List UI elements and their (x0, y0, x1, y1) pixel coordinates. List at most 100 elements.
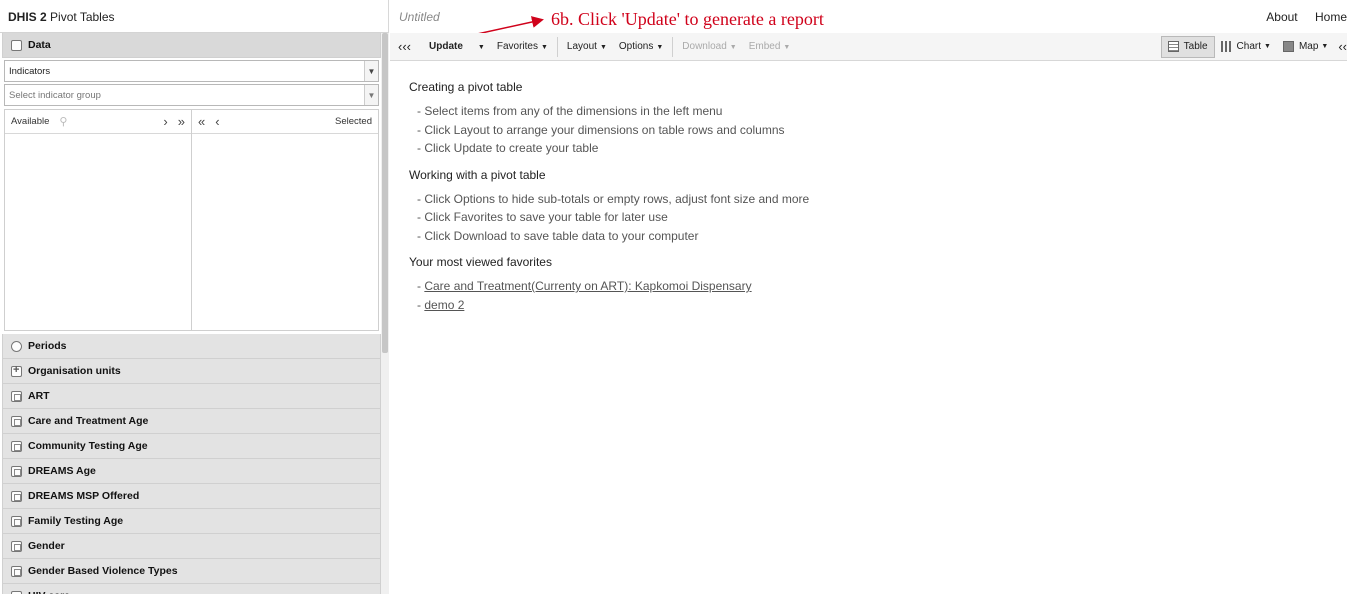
dimension-label: DREAMS MSP Offered (28, 490, 140, 502)
data-dimension-header[interactable]: Data (2, 33, 381, 58)
report-title: Untitled (399, 10, 440, 24)
caret-down-icon: ▼ (540, 44, 548, 51)
dimension-list: Periods Organisation units ART Care and Tre… (0, 334, 381, 594)
grid-icon (11, 515, 22, 527)
favorites-title: Your most viewed favorites (409, 255, 552, 269)
dimension-row[interactable]: Gender Based Violence Types (2, 559, 381, 584)
dimension-panel: Data Indicators ▼ Select indicator group… (0, 33, 381, 594)
data-icon (11, 39, 22, 51)
dimension-label: Periods (28, 340, 67, 352)
selected-label: Selected (335, 116, 372, 127)
dimension-row[interactable]: Organisation units (2, 359, 381, 384)
caret-down-icon: ▼ (783, 44, 791, 51)
working-section: Working with a pivot table - Click Optio… (409, 168, 809, 246)
select-all-icon[interactable]: » (178, 114, 185, 129)
app-title: DHIS 2 Pivot Tables (0, 0, 388, 33)
creating-section: Creating a pivot table - Select items fr… (409, 80, 809, 158)
favorites-section: Your most viewed favorites - Care and Tr… (409, 255, 809, 314)
help-line: - Click Layout to arrange your dimension… (417, 122, 785, 137)
select-one-icon[interactable]: › (163, 114, 167, 129)
embed-button[interactable]: Embed ▼ (743, 41, 797, 52)
favorite-link[interactable]: Care and Treatment(Currenty on ART): Kap… (424, 279, 751, 293)
favorites-button[interactable]: Favorites ▼ (491, 41, 554, 52)
dimension-label: HIV care (28, 590, 70, 594)
creating-list: - Select items from any of the dimension… (409, 102, 809, 158)
dimension-row[interactable]: Care and Treatment Age (2, 409, 381, 434)
options-button[interactable]: Options ▼ (613, 41, 669, 52)
update-button[interactable]: Update (423, 41, 469, 52)
help-line: - Click Options to hide sub-totals or em… (417, 191, 810, 206)
dimension-label: DREAMS Age (28, 465, 96, 477)
chart-view-button[interactable]: Chart ▼ (1215, 36, 1277, 58)
grid-icon (11, 590, 22, 594)
plus-icon (11, 364, 22, 377)
caret-down-icon: ▼ (599, 44, 607, 51)
dimension-row[interactable]: DREAMS Age (2, 459, 381, 484)
favorites-list: - Care and Treatment(Currenty on ART): K… (409, 277, 809, 314)
deselect-one-icon[interactable]: ‹ (215, 114, 219, 129)
selected-list[interactable]: « ‹ Selected (192, 110, 378, 330)
options-label: Options (618, 41, 654, 52)
home-link[interactable]: Home (1315, 10, 1347, 24)
map-view-button[interactable]: Map ▼ (1277, 36, 1334, 58)
dimension-row[interactable]: Community Testing Age (2, 434, 381, 459)
caret-down-icon: ▼ (656, 44, 664, 51)
layout-label: Layout (566, 41, 597, 52)
update-menu-button[interactable]: ▼ (469, 41, 491, 52)
help-line: - Click Favorites to save your table for… (417, 210, 668, 224)
chevron-down-icon[interactable]: ▼ (364, 85, 378, 105)
indicator-group-select[interactable]: Select indicator group ▼ (4, 84, 379, 106)
expand-right-icon[interactable]: ‹‹ (1334, 39, 1347, 54)
toolbar-divider (672, 36, 674, 57)
pivot-app: DHIS 2 Pivot Tables Data Indicators ▼ Se… (0, 0, 1347, 594)
caret-down-icon: ▼ (729, 44, 737, 51)
scrollbar-thumb[interactable] (382, 33, 388, 353)
dimension-row[interactable]: ART (2, 384, 381, 409)
layout-button[interactable]: Layout ▼ (561, 41, 613, 52)
available-list[interactable]: Available ⚲ › » (5, 110, 192, 330)
dimension-row[interactable]: HIV care (2, 584, 381, 594)
table-label: Table (1183, 41, 1208, 52)
download-button[interactable]: Download ▼ (676, 41, 742, 52)
favorite-item: - demo 2 (417, 297, 465, 312)
table-icon (1167, 41, 1179, 52)
dimension-row[interactable]: Gender (2, 534, 381, 559)
grid-icon (11, 390, 22, 402)
working-title: Working with a pivot table (409, 167, 546, 182)
chevron-down-icon[interactable]: ▼ (364, 61, 378, 81)
caret-down-icon: ▼ (1264, 43, 1271, 50)
dimension-label: ART (28, 390, 50, 402)
dimension-label: Gender Based Violence Types (28, 565, 178, 577)
creating-title: Creating a pivot table (409, 80, 523, 94)
collapse-panel-icon[interactable]: ‹‹‹ (392, 39, 417, 54)
chart-icon (1220, 41, 1232, 52)
dimension-label: Family Testing Age (28, 515, 124, 527)
working-list: - Click Options to hide sub-totals or em… (409, 190, 809, 246)
favorite-link[interactable]: demo 2 (424, 298, 464, 312)
item-selector: Available ⚲ › » « ‹ Selected (4, 109, 379, 331)
table-view-button[interactable]: Table (1160, 35, 1215, 58)
help-line: - Click Update to create your table (417, 141, 599, 155)
caret-down-icon: ▼ (1321, 43, 1329, 50)
data-type-value: Indicators (9, 65, 51, 77)
available-label: Available (11, 116, 50, 127)
map-icon (1282, 41, 1294, 52)
dimension-row[interactable]: Family Testing Age (2, 509, 381, 534)
main-toolbar: ‹‹‹ Update ▼ Favorites ▼ Layout ▼ Options ▼… (390, 33, 1347, 61)
data-type-select[interactable]: Indicators ▼ (4, 60, 379, 82)
indicator-group-placeholder: Select indicator group (9, 89, 101, 101)
brand-name: DHIS 2 (8, 10, 47, 24)
chart-label: Chart (1236, 41, 1261, 52)
caret-down-icon: ▼ (477, 44, 485, 51)
search-icon[interactable]: ⚲ (59, 115, 67, 128)
deselect-all-icon[interactable]: « (198, 114, 205, 129)
dimension-row[interactable]: Periods (2, 334, 381, 359)
dimension-row[interactable]: DREAMS MSP Offered (2, 484, 381, 509)
annotation-text: 6b. Click 'Update' to generate a report (551, 9, 824, 29)
about-link[interactable]: About (1266, 10, 1297, 24)
help-content: Creating a pivot table - Select items fr… (409, 74, 809, 324)
download-label: Download (682, 41, 727, 52)
grid-icon (11, 565, 22, 577)
dimension-label: Care and Treatment Age (28, 415, 149, 427)
left-scrollbar[interactable] (381, 33, 389, 594)
